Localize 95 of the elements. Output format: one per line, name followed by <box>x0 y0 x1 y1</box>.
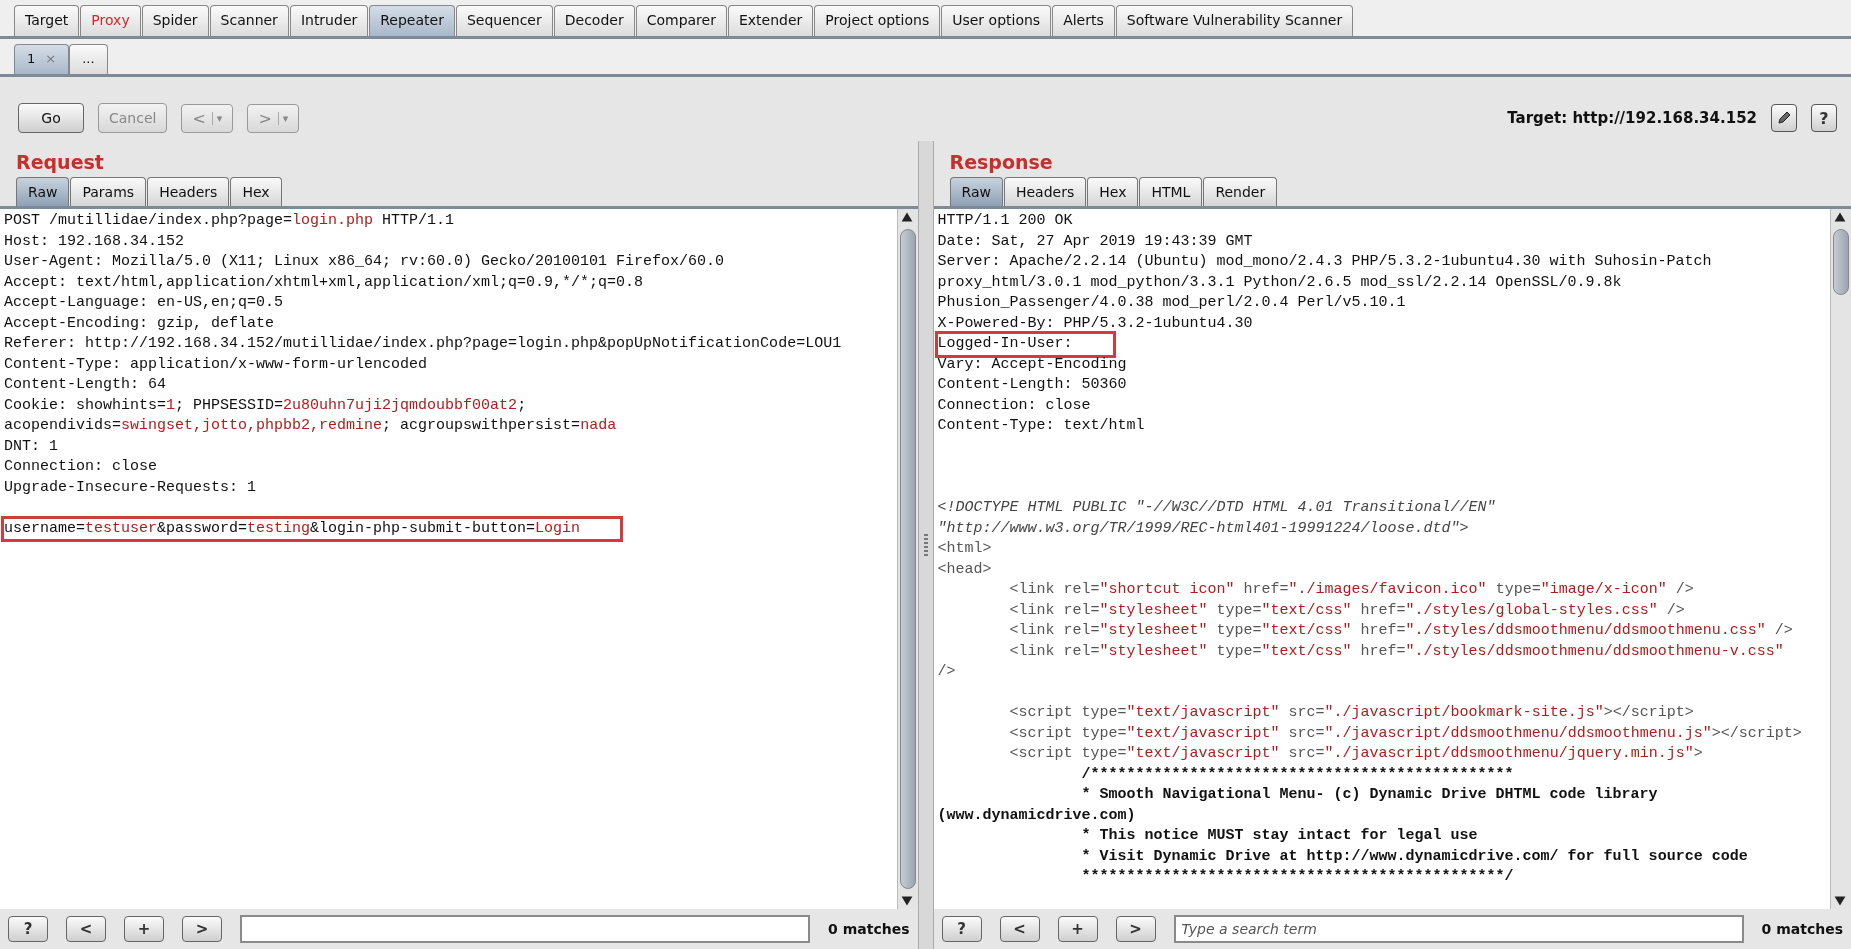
code-line: <link rel="stylesheet" type="text/css" href="./styles/ddsmoothmenu/ddsmoothmenu.css" /> <box>1008 621 1794 641</box>
panel-title: Response <box>948 150 1053 175</box>
tool-tab[interactable]: Decoder <box>553 5 635 36</box>
tool-tab[interactable]: Proxy <box>80 5 141 36</box>
tool-tab[interactable]: Intruder <box>289 5 369 36</box>
message-editor[interactable] <box>0 209 918 909</box>
code-line: Server: Apache/2.2.14 (Ubuntu) mod_mono/2.4.3 PHP/5.3.2-1ubuntu4.30 with Suhosin-Patch <box>937 252 1713 272</box>
code-line: /> <box>937 662 957 682</box>
code-line: * This notice MUST stay intact for legal use <box>1080 826 1479 846</box>
search-nav-button[interactable]: ? <box>941 916 982 942</box>
search-nav-button[interactable]: < <box>999 916 1040 942</box>
tool-tab[interactable]: Software Vulnerability Scanner <box>1115 5 1354 36</box>
code-line: Connection: close <box>937 395 1092 416</box>
edit-target-button[interactable] <box>1771 104 1797 132</box>
code-line: Accept: text/html,application/xhtml+xml,application/xml;q=0.9,*/*;q=0.8 <box>4 272 645 293</box>
view-tab[interactable]: Params <box>70 177 147 206</box>
message-editor[interactable] <box>933 209 1851 909</box>
tool-tab[interactable]: Scanner <box>209 5 289 36</box>
scrollbar[interactable] <box>896 209 918 909</box>
tool-tab[interactable]: Spider <box>141 5 209 36</box>
target-label: Target: http://192.168.34.152 <box>1507 109 1757 127</box>
code-line: <link rel="shortcut icon" href="./images/favicon.ico" type="image/x-icon" /> <box>1008 580 1695 600</box>
help-button[interactable]: ? <box>1811 104 1837 132</box>
code-line: * Visit Dynamic Drive at http://www.dynamicdrive.com/ for full source code <box>1080 846 1749 867</box>
search-nav-button[interactable]: > <box>182 916 222 942</box>
code-line: Cookie: showhints=1; PHPSESSID=2u80uhn7uji2jqmdoubbf00at2; <box>4 395 528 416</box>
view-tab[interactable]: HTML <box>1139 177 1203 206</box>
view-tab[interactable]: Headers <box>1003 177 1087 206</box>
session-tab[interactable]: ... <box>69 44 108 74</box>
code-line: <link rel="stylesheet" type="text/css" href="./styles/ddsmoothmenu/ddsmoothmenu-v.css" <box>1008 641 1785 662</box>
code-line: Host: 192.168.34.152 <box>4 231 186 252</box>
code-line: <html> <box>937 539 993 559</box>
view-tab[interactable]: Headers <box>147 177 230 206</box>
code-line: username=testuser&password=testing&login-php-submit-button=Login <box>4 518 621 539</box>
view-tab[interactable]: Raw <box>16 177 70 206</box>
code-line: Date: Sat, 27 Apr 2019 19:43:39 GMT <box>937 231 1254 252</box>
code-line: HTTP/1.1 200 OK <box>937 211 1074 231</box>
match-count: 0 matches <box>828 921 910 937</box>
search-nav-button[interactable]: < <box>66 916 106 942</box>
code-line: <link rel="stylesheet" type="text/css" href="./styles/global-styles.css" /> <box>1008 600 1686 621</box>
match-count: 0 matches <box>1761 921 1843 937</box>
search-field[interactable] <box>240 915 811 943</box>
code-line: <script type="text/javascript" src="./javascript/ddsmoothmenu/jquery.min.js"> <box>1008 744 1704 764</box>
code-line: * Smooth Navigational Menu- (c) Dynamic Drive DHTML code library <box>1080 785 1659 805</box>
code-line: Accept-Language: en-US,en;q=0.5 <box>4 293 285 313</box>
toolbar-button[interactable]: Go <box>18 103 84 133</box>
scroll-thumb[interactable] <box>1833 229 1849 295</box>
code-line: "http://www.w3.org/TR/1999/REC-html401-19991224/loose.dtd"> <box>937 518 1470 539</box>
code-line: <!DOCTYPE HTML PUBLIC "-//W3C//DTD HTML 4.01 Transitional//EN" <box>937 498 1497 518</box>
tool-tab[interactable]: User options <box>941 5 1052 36</box>
code-line: DNT: 1 <box>4 436 59 457</box>
tool-tab[interactable]: Comparer <box>635 5 727 36</box>
panel-title: Request <box>15 150 104 175</box>
tool-tab[interactable]: Alerts <box>1052 5 1115 36</box>
search-nav-button[interactable]: > <box>1115 916 1156 942</box>
code-line: acopendivids=swingset,jotto,phpbb2,redmine; acgroupswithpersist=nada <box>4 416 618 436</box>
code-line: <head> <box>937 559 993 580</box>
view-tab[interactable]: Hex <box>1087 177 1139 206</box>
code-line: <script type="text/javascript" src="./javascript/bookmark-site.js"></script> <box>1008 703 1695 723</box>
view-tab[interactable]: Raw <box>949 177 1003 206</box>
code-line: User-Agent: Mozilla/5.0 (X11; Linux x86_64; rv:60.0) Gecko/20100101 Firefox/60.0 <box>4 252 726 272</box>
tool-tab[interactable]: Sequencer <box>455 5 553 36</box>
code-line: Accept-Encoding: gzip, deflate <box>4 313 276 334</box>
view-tab[interactable]: Hex <box>230 177 282 206</box>
scroll-thumb[interactable] <box>899 229 916 889</box>
search-nav-button[interactable]: + <box>1057 916 1098 942</box>
code-line: X-Powered-By: PHP/5.3.2-1ubuntu4.30 <box>937 313 1254 334</box>
tool-tab[interactable]: Project options <box>814 5 941 36</box>
pencil-icon <box>1776 110 1792 126</box>
scrollbar[interactable] <box>1830 209 1851 909</box>
splitter-grip[interactable] <box>923 534 928 556</box>
search-field[interactable]: Type a search term <box>1173 915 1744 943</box>
code-line: <script type="text/javascript" src="./javascript/ddsmoothmenu/ddsmoothmenu.js"></script> <box>1008 723 1803 744</box>
code-line: (www.dynamicdrive.com) <box>937 805 1137 826</box>
code-line: POST /mutillidae/index.php?page=login.php HTTP/1.1 <box>4 211 456 231</box>
code-line: Upgrade-Insecure-Requests: 1 <box>4 477 258 498</box>
code-line: Phusion_Passenger/4.0.38 mod_perl/2.0.4 Perl/v5.10.1 <box>937 293 1407 313</box>
code-line: /*********************************************** <box>1080 764 1515 785</box>
code-line: Logged-In-User: <box>937 334 1113 355</box>
code-line: Content-Length: 50360 <box>937 375 1128 395</box>
code-line: proxy_html/3.0.1 mod_python/3.3.1 Python/2.6.5 mod_ssl/2.2.14 OpenSSL/0.9.8k <box>937 272 1623 293</box>
search-nav-button[interactable]: ? <box>8 916 48 942</box>
code-line: Vary: Accept-Encoding <box>937 354 1128 375</box>
code-line: Content-Type: application/x-www-form-urlencoded <box>4 354 429 375</box>
code-line: Referer: http://192.168.34.152/mutillidae/index.php?page=login.php&popUpNotificationCode=LOU1 <box>4 334 843 354</box>
code-line: Content-Length: 64 <box>4 375 168 395</box>
tool-tab[interactable]: Target <box>14 5 80 36</box>
code-line: Content-Type: text/html <box>937 416 1146 436</box>
search-nav-button[interactable]: + <box>124 916 164 942</box>
session-tab[interactable]: 1 × <box>14 44 70 74</box>
tool-tab[interactable]: Extender <box>727 5 814 36</box>
view-tab[interactable]: Render <box>1203 177 1278 206</box>
code-line: Connection: close <box>4 457 159 477</box>
tool-tab[interactable]: Repeater <box>369 5 455 36</box>
code-line: ***********************************************/ <box>1080 867 1515 887</box>
